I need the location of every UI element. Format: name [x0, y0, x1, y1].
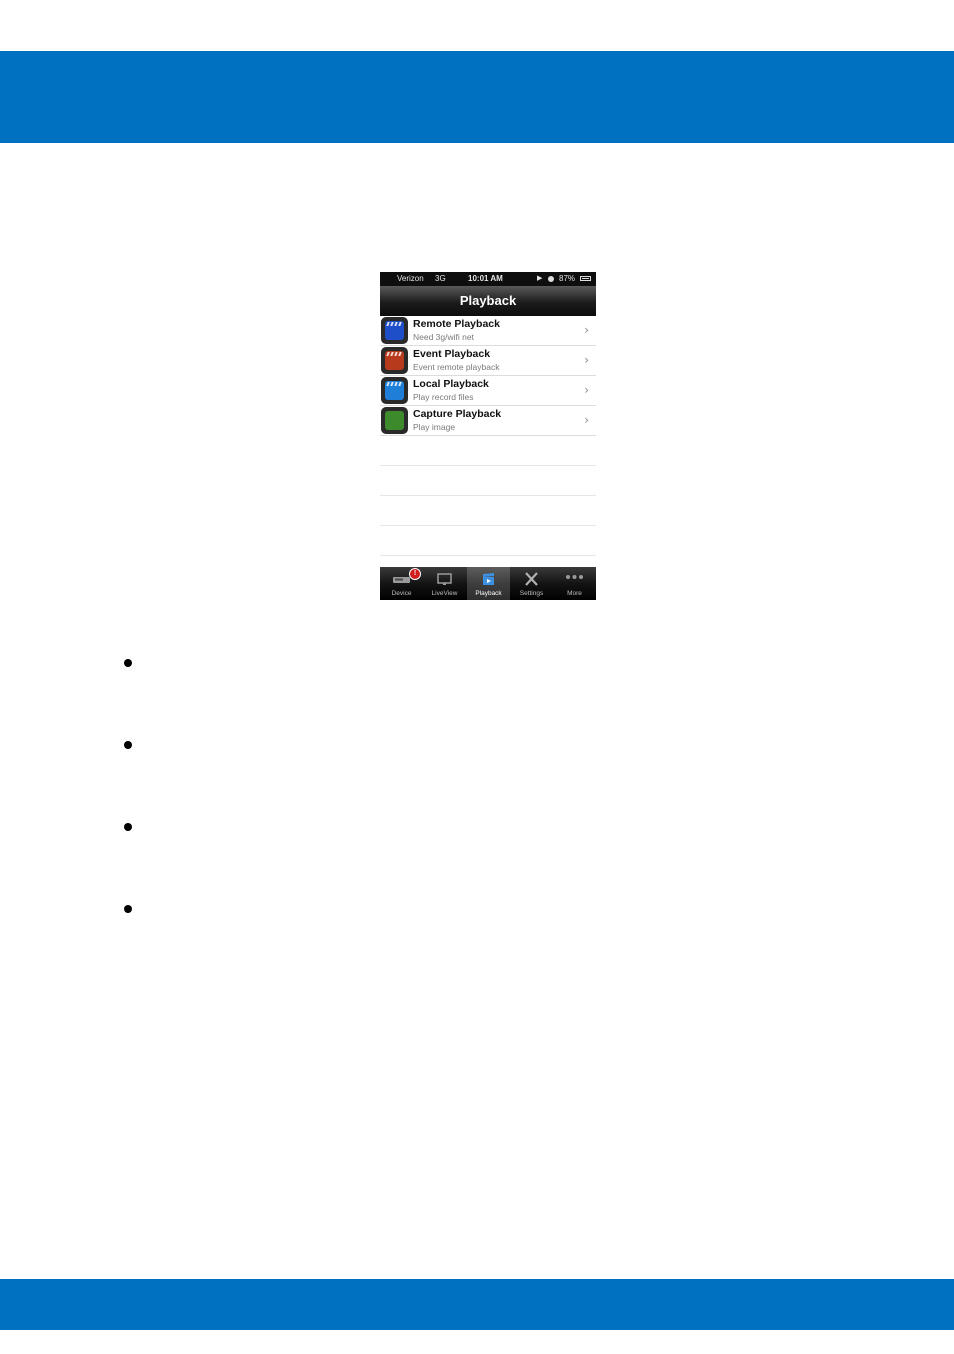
bullet-point [124, 823, 132, 831]
tab-label: LiveView [431, 590, 458, 597]
menu-item-remote-playback[interactable]: Remote Playback Need 3g/wifi net › [380, 316, 596, 346]
menu-item-subtitle: Play record files [413, 392, 474, 402]
play-indicator-icon: ▶ [537, 275, 543, 282]
playback-menu: Remote Playback Need 3g/wifi net › Event… [380, 316, 596, 556]
chevron-right-icon: › [584, 353, 589, 367]
more-icon [566, 575, 583, 579]
empty-row [380, 466, 596, 496]
clock: 10:01 AM [468, 274, 503, 283]
battery-percent: 87% [559, 274, 576, 283]
bullet-point [124, 659, 132, 667]
bullet-point [124, 741, 132, 749]
phone-screenshot: Verizon 3G 10:01 AM ▶ 87% Playback Remot… [380, 272, 596, 600]
empty-row [380, 526, 596, 556]
network-label: 3G [435, 274, 446, 283]
menu-item-title: Event Playback [413, 348, 491, 360]
tab-settings[interactable]: Settings [510, 567, 553, 600]
tab-more[interactable]: More [553, 567, 596, 600]
menu-item-title: Capture Playback [413, 408, 502, 420]
menu-item-event-playback[interactable]: Event Playback Event remote playback › [380, 346, 596, 376]
nav-bar: Playback [380, 286, 596, 316]
empty-row [380, 436, 596, 466]
chevron-right-icon: › [584, 383, 589, 397]
chevron-right-icon: › [584, 413, 589, 427]
menu-item-title: Remote Playback [413, 318, 500, 330]
event-playback-icon [381, 347, 408, 374]
carrier-label: Verizon [397, 274, 424, 283]
battery-icon [580, 276, 591, 281]
tab-label: Settings [519, 590, 544, 597]
capture-playback-icon [381, 407, 408, 434]
remote-playback-icon [381, 317, 408, 344]
tab-label: Playback [475, 590, 502, 597]
menu-item-subtitle: Need 3g/wifi net [413, 332, 474, 342]
empty-row [380, 496, 596, 526]
tab-label: Device [391, 590, 412, 597]
tab-playback[interactable]: Playback [467, 567, 510, 600]
chevron-right-icon: › [584, 323, 589, 337]
tab-device[interactable]: ! Device [380, 567, 423, 600]
tab-bar: ! Device LiveView Playback Settings More [380, 567, 596, 600]
rotation-lock-icon [548, 276, 554, 282]
menu-item-subtitle: Event remote playback [413, 362, 500, 372]
tab-label: More [567, 590, 582, 597]
footer-band [0, 1279, 954, 1330]
tab-liveview[interactable]: LiveView [423, 567, 466, 600]
status-bar: Verizon 3G 10:01 AM ▶ 87% [380, 272, 596, 291]
page-title: Playback [459, 293, 517, 308]
playback-icon [483, 573, 494, 585]
menu-item-local-playback[interactable]: Local Playback Play record files › [380, 376, 596, 406]
local-playback-icon [381, 377, 408, 404]
menu-item-capture-playback[interactable]: Capture Playback Play image › [380, 406, 596, 436]
monitor-icon [437, 573, 452, 585]
header-band [0, 51, 954, 143]
menu-item-subtitle: Play image [413, 422, 456, 432]
menu-item-title: Local Playback [413, 378, 489, 390]
notification-badge: ! [409, 568, 421, 580]
settings-icon [525, 572, 538, 586]
bullet-point [124, 905, 132, 913]
